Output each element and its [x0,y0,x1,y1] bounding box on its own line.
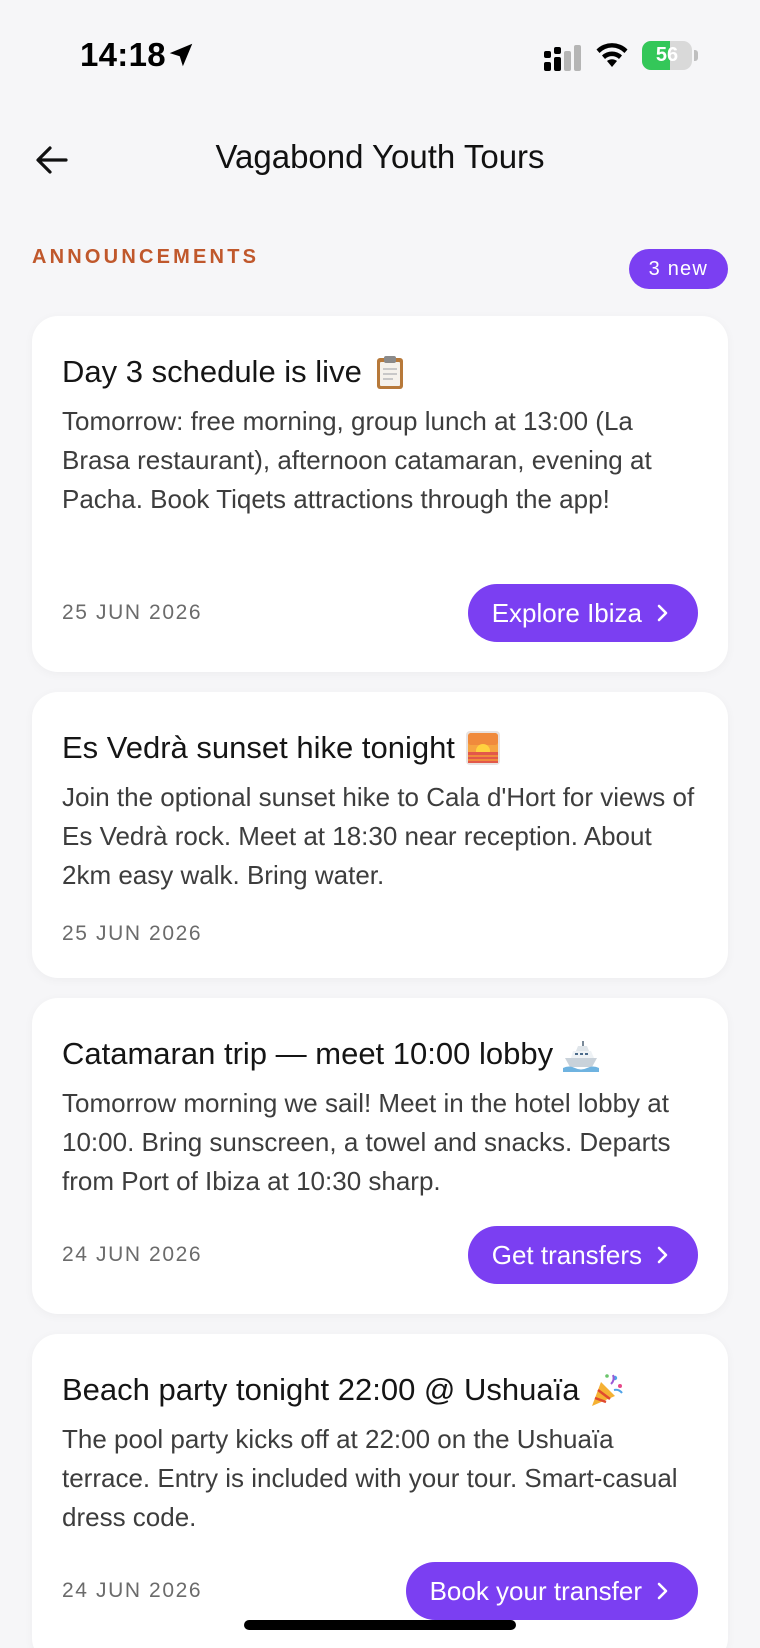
home-indicator[interactable] [244,1620,516,1630]
battery-body: 56 [642,41,692,70]
announcement-body: The pool party kicks off at 22:00 on the… [62,1424,678,1532]
announcement-card[interactable]: Es Vedrà sunset hike tonight Join the op… [32,692,728,978]
announcement-footer: 25 JUN 2026 [62,918,698,950]
book-transfer-button[interactable]: Book your transfer [405,1562,698,1620]
announcement-title: Es Vedrà sunset hike tonight [62,726,698,770]
announcement-date: 24 JUN 2026 [62,1579,203,1602]
announcement-title: Day 3 schedule is live [62,350,698,394]
announcement-card[interactable]: Catamaran trip — meet 10:00 lobby Tomorr… [32,998,728,1314]
status-bar: 14:18 56 [0,0,760,100]
chevron-right-icon [657,1246,668,1264]
section-label: ANNOUNCEMENTS [32,246,260,268]
announcement-title-text: Es Vedrà sunset hike tonight [62,730,455,765]
battery-charging-icon: 56 [642,41,698,70]
announcement-date: 24 JUN 2026 [62,1243,203,1266]
explore-ibiza-button[interactable]: Explore Ibiza [467,584,698,642]
announcement-date: 25 JUN 2026 [62,922,203,945]
announcement-title-text: Catamaran trip — meet 10:00 lobby [62,1036,554,1071]
new-count-badge: 3 new [628,249,728,289]
chevron-right-icon [657,604,668,622]
announcement-body: Tomorrow morning we sail! Meet in the ho… [62,1088,671,1196]
wifi-icon [596,43,628,67]
status-time: 14:18 [80,36,166,73]
party-popper-icon [592,1374,624,1406]
page-title: Vagabond Youth Tours [215,138,545,175]
announcement-title: Catamaran trip — meet 10:00 lobby [62,1032,698,1076]
button-label: Explore Ibiza [491,597,642,628]
get-transfers-button[interactable]: Get transfers [467,1226,698,1284]
announcement-card[interactable]: Beach party tonight 22:00 @ Ushuaïa The … [32,1334,728,1648]
announcement-body: Tomorrow: free morning, group lunch at 1… [62,406,652,514]
app-screen: 14:18 56 Vagabond Youth Tours ANNOUNCEME… [0,0,760,1648]
nav-header: Vagabond Youth Tours [0,110,760,210]
button-label: Get transfers [491,1239,642,1270]
announcement-date: 25 JUN 2026 [62,601,203,624]
announcement-title-text: Beach party tonight 22:00 @ Ushuaïa [62,1372,580,1407]
location-arrow-icon [169,43,193,67]
clipboard-icon [376,356,403,389]
announcement-footer: 24 JUN 2026 Book your transfer [62,1562,698,1620]
button-label: Book your transfer [429,1575,642,1606]
announcement-title: Beach party tonight 22:00 @ Ushuaïa [62,1368,698,1412]
announcement-title-text: Day 3 schedule is live [62,354,362,389]
sunset-icon [465,731,500,765]
ship-icon [563,1041,600,1072]
battery-cap [694,50,698,61]
announcement-card[interactable]: Day 3 schedule is live Tomorrow: free mo… [32,316,728,672]
battery-percentage: 56 [655,44,679,66]
announcement-body: Join the optional sunset hike to Cala d'… [62,782,695,890]
chevron-right-icon [657,1582,668,1600]
signal-icon [544,45,581,71]
announcement-footer: 24 JUN 2026 Get transfers [62,1226,698,1284]
announcement-footer: 25 JUN 2026 Explore Ibiza [62,584,698,642]
